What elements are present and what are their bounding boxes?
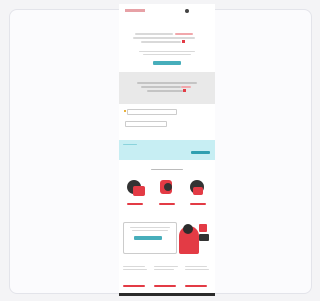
footer-col-3-link[interactable]	[185, 285, 207, 287]
form-section	[119, 104, 215, 140]
account-section	[119, 72, 215, 104]
footer-col-1-link[interactable]	[123, 285, 145, 287]
footer-col-3-line-1	[185, 266, 207, 267]
email-preview	[119, 4, 215, 296]
hero-sub-1	[139, 51, 195, 52]
promo-badge-icon	[199, 224, 207, 232]
footer-col-2	[154, 262, 181, 290]
input-field-1[interactable]	[127, 109, 177, 115]
hero-line-3	[141, 41, 181, 43]
footer-col-2-link[interactable]	[154, 285, 176, 287]
benefits-title-bar	[151, 169, 183, 170]
benefit-card-2	[154, 178, 180, 205]
hero-red-marker-icon	[182, 39, 185, 43]
banner-cta-button[interactable]	[191, 151, 210, 154]
account-line-3	[147, 90, 183, 92]
account-line-2	[141, 86, 181, 88]
benefit-2-accent-icon	[164, 183, 172, 191]
footer-col-3	[185, 262, 212, 290]
account-line-2b	[181, 86, 191, 88]
hero-line-1	[135, 33, 173, 35]
promo-device-icon	[199, 234, 209, 241]
benefit-3-accent-icon	[193, 187, 203, 195]
header-avatar-icon	[185, 9, 189, 13]
benefits-section	[119, 160, 215, 220]
hero-sub-2	[143, 54, 191, 55]
notice-banner	[119, 140, 215, 160]
hero-line-2	[133, 37, 195, 39]
promo-line-2	[132, 230, 168, 231]
promo-line-1	[130, 227, 170, 228]
banner-line	[123, 144, 137, 145]
footer-col-1	[123, 262, 150, 290]
benefit-1-link[interactable]	[127, 203, 143, 205]
footer-col-1-line-2	[123, 269, 147, 270]
account-line-1	[137, 82, 197, 84]
promo-section	[119, 220, 215, 260]
footer-col-3-line-2	[185, 269, 209, 270]
promo-head-icon	[183, 224, 193, 234]
hero-line-1b	[175, 33, 193, 35]
promo-cta-button[interactable]	[134, 236, 162, 240]
input-field-2[interactable]	[125, 121, 167, 127]
footer-col-2-line-2	[154, 269, 174, 270]
footer-col-1-line-1	[123, 266, 145, 267]
benefit-2-link[interactable]	[159, 203, 175, 205]
benefit-card-1	[123, 178, 149, 205]
footer-dark-bar	[119, 293, 215, 296]
benefit-3-link[interactable]	[190, 203, 206, 205]
footer-columns	[119, 260, 215, 292]
benefit-card-3	[185, 178, 211, 205]
benefit-1-accent-icon	[133, 186, 145, 196]
promo-box	[123, 222, 177, 254]
account-red-marker-icon	[183, 88, 186, 92]
hero-section	[119, 24, 215, 72]
footer-col-2-line-1	[154, 266, 178, 267]
hero-cta-button[interactable]	[153, 61, 181, 65]
input-1-marker-icon	[124, 110, 126, 112]
brand-logo	[125, 9, 145, 12]
